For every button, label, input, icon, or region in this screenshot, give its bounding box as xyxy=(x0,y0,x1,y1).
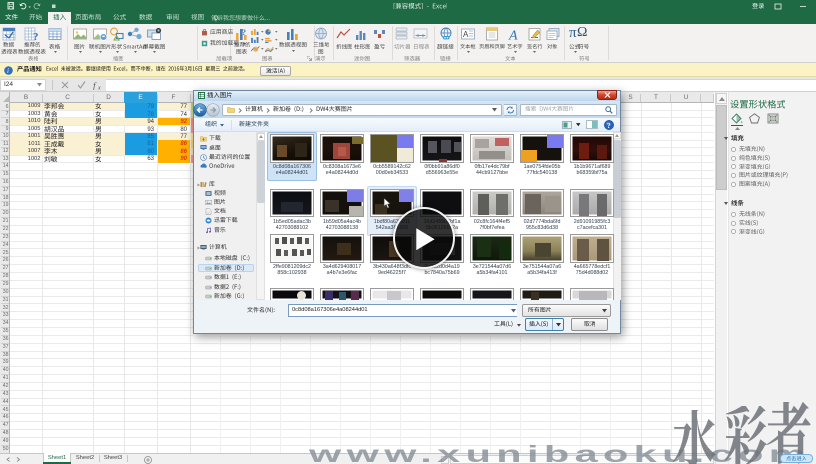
svg-text:x: x xyxy=(97,86,101,91)
svg-text:f: f xyxy=(93,81,97,90)
svg-text:A: A xyxy=(508,29,518,42)
svg-text:A: A xyxy=(463,30,469,39)
svg-text:?: ? xyxy=(607,121,611,130)
svg-text:?: ? xyxy=(242,28,246,37)
svg-text:?: ? xyxy=(33,31,39,41)
svg-text:i: i xyxy=(7,67,9,75)
